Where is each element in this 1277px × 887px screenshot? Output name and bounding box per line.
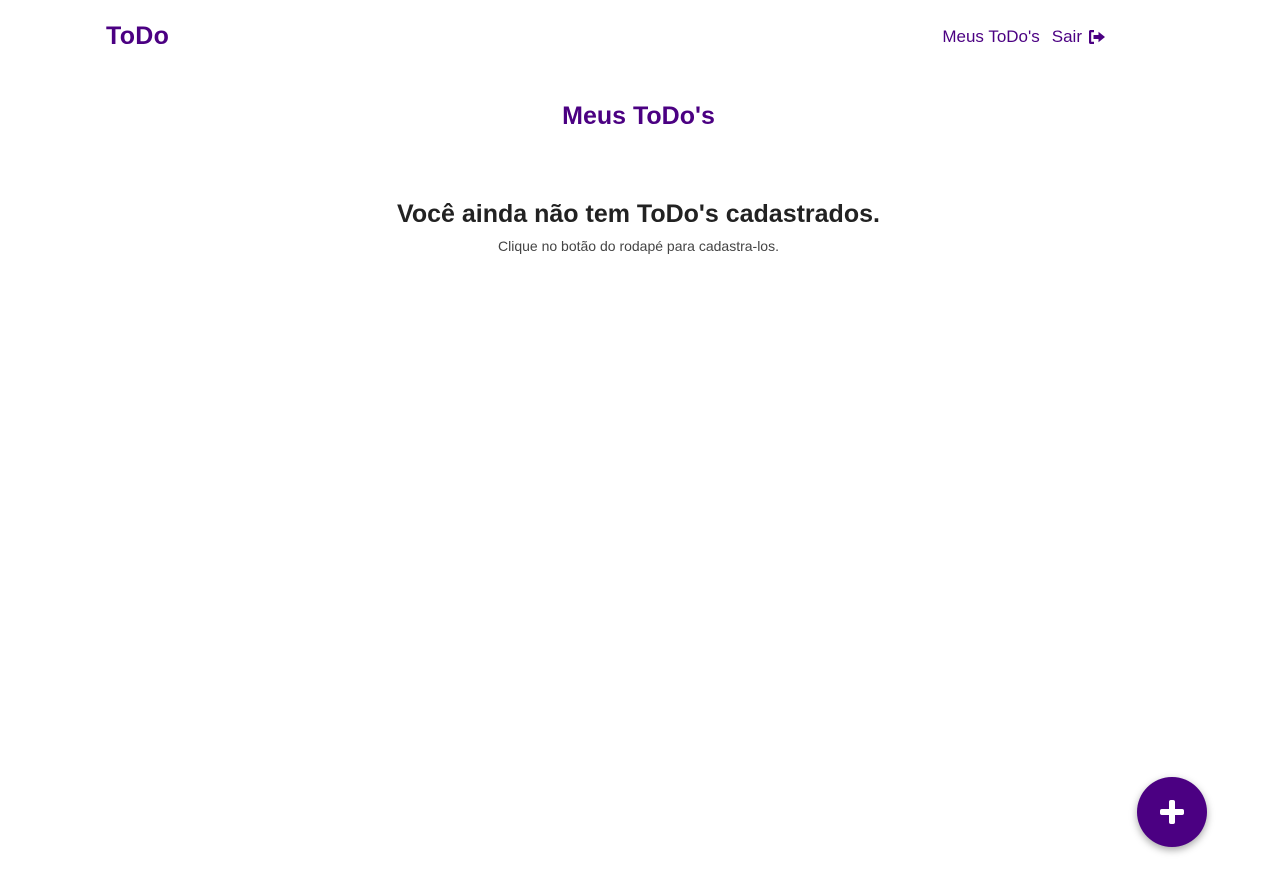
- nav-link-meus-todos[interactable]: Meus ToDo's: [942, 27, 1039, 47]
- empty-state: Você ainda não tem ToDo's cadastrados. C…: [0, 200, 1277, 254]
- nav-link-sair[interactable]: Sair: [1052, 27, 1106, 47]
- empty-state-heading: Você ainda não tem ToDo's cadastrados.: [397, 200, 880, 228]
- navbar: ToDo Meus ToDo's Sair: [0, 0, 1277, 76]
- sign-out-icon: [1088, 29, 1106, 45]
- plus-icon: [1160, 800, 1184, 824]
- empty-state-subtext: Clique no botão do rodapé para cadastra-…: [498, 238, 779, 254]
- nav-link-sair-label: Sair: [1051, 27, 1082, 46]
- page-title: Meus ToDo's: [562, 102, 715, 130]
- nav-link-meus-todos-label: Meus ToDo's: [942, 27, 1040, 46]
- brand-logo[interactable]: ToDo: [106, 22, 169, 51]
- add-todo-button[interactable]: [1137, 777, 1207, 847]
- nav-links: Meus ToDo's Sair: [942, 27, 1106, 47]
